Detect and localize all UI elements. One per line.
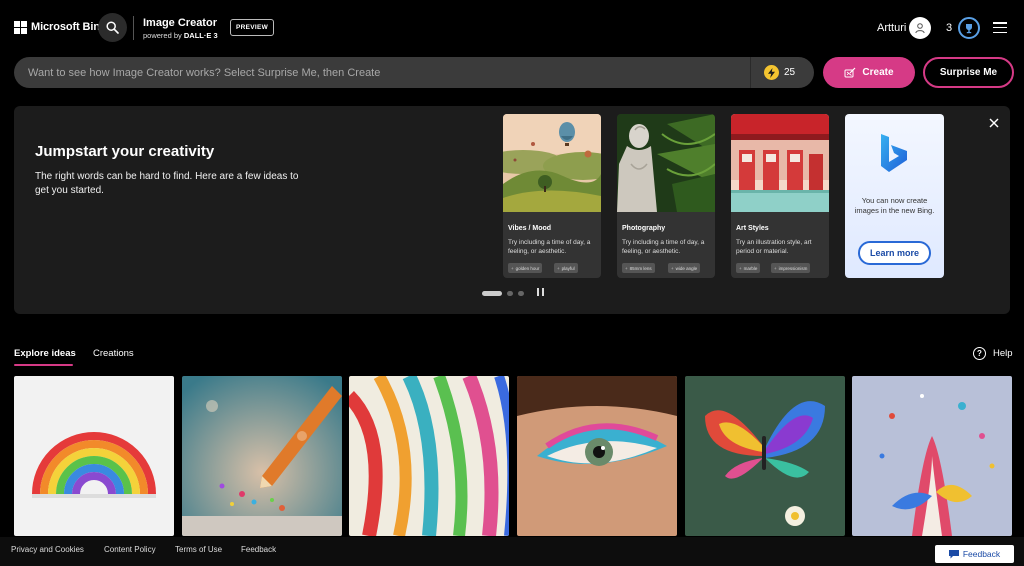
hamburger-menu-icon[interactable] [993,22,1007,33]
gallery-image-rainbow-butterfly[interactable] [685,376,845,536]
hot-air-balloon-landscape-image [503,114,601,212]
idea-tip: Try including a time of day, a feeling, … [508,239,591,255]
footer: Privacy and Cookies Content Policy Terms… [0,537,1024,566]
gallery-image-paint-splash[interactable] [852,376,1012,536]
footer-link-privacy[interactable]: Privacy and Cookies [11,545,84,554]
pause-icon[interactable] [537,288,544,296]
microsoft-logo-icon[interactable] [14,21,27,34]
carousel-dot[interactable] [482,290,502,296]
chip-marble[interactable]: marble [736,263,761,273]
jumpstart-title: Jumpstart your creativity [35,143,215,160]
feedback-icon [948,549,959,558]
create-wand-icon [844,67,856,78]
close-icon[interactable] [987,116,1001,130]
chip-85mm-lens[interactable]: 85mm lens [622,263,655,273]
idea-card-vibes[interactable]: Vibes / Mood Try including a time of day… [503,114,601,278]
user-name[interactable]: Artturi [877,22,906,34]
active-tab-indicator [14,364,73,366]
boost-count: 25 [784,67,796,78]
chip-playful[interactable]: playful [554,263,578,273]
gallery-image-pencil-sparkles[interactable] [182,376,342,536]
prompt-bar: 25 [14,57,814,88]
surprise-me-button[interactable]: Surprise Me [923,57,1014,88]
carousel-dot[interactable] [518,290,524,296]
create-label: Create [862,67,894,78]
bing-logo-icon [881,134,907,172]
footer-link-terms[interactable]: Terms of Use [175,545,222,554]
idea-tip: Try an illustration style, art period or… [736,239,812,255]
search-button[interactable] [98,13,127,42]
carousel-dot[interactable] [507,290,513,296]
new-bing-promo-card: You can now create images in the new Bin… [845,114,944,278]
user-icon [915,23,925,34]
brand-name[interactable]: Microsoft Bing [31,21,107,33]
idea-card-art-styles[interactable]: Art Styles Try an illustration style, ar… [731,114,829,278]
jumpstart-description: The right words can be hard to find. Her… [35,171,299,196]
chip-impressionism[interactable]: impressionism [771,263,811,273]
footer-link-feedback[interactable]: Feedback [241,545,276,554]
idea-category: Photography [622,225,666,232]
rewards-button[interactable] [958,17,980,39]
carousel-dots [482,290,524,296]
retro-gas-station-image [731,114,829,212]
feedback-button[interactable]: Feedback [935,545,1014,563]
tab-explore-ideas[interactable]: Explore ideas [14,348,76,359]
header-divider [133,16,134,40]
idea-tip: Try including a time of day, a feeling, … [622,239,705,255]
chip-wide-angle[interactable]: wide angle [668,263,701,273]
app-subtitle: powered by DALL·E 3 [143,31,218,40]
jumpstart-panel: Jumpstart your creativity The right word… [14,106,1010,314]
prompt-divider [750,57,751,88]
idea-category: Art Styles [736,225,769,232]
bing-promo-text: You can now create images in the new Bin… [854,196,935,215]
statue-with-plants-image [617,114,715,212]
learn-more-button[interactable]: Learn more [858,241,931,265]
header: Microsoft Bing Image Creator powered by … [0,0,1024,56]
tab-creations[interactable]: Creations [93,348,134,359]
feedback-label: Feedback [962,549,1001,559]
idea-category: Vibes / Mood [508,225,552,232]
boost-lightning-icon[interactable] [764,65,779,80]
gallery-image-colorful-ribbons[interactable] [349,376,509,536]
create-button[interactable]: Create [823,57,915,88]
avatar[interactable] [909,17,931,39]
rewards-count[interactable]: 3 [946,22,952,34]
app-title[interactable]: Image Creator [143,17,217,29]
gallery-image-paper-rainbow[interactable] [14,376,174,536]
help-icon[interactable]: ? [973,347,986,360]
footer-link-content-policy[interactable]: Content Policy [104,545,156,554]
prompt-input[interactable] [14,57,750,88]
idea-card-photography[interactable]: Photography Try including a time of day,… [617,114,715,278]
gallery-image-eye-makeup[interactable] [517,376,677,536]
help-link[interactable]: Help [993,348,1013,359]
rewards-trophy-icon [966,24,972,34]
preview-badge: PREVIEW [230,19,274,36]
search-icon [106,21,119,34]
chip-golden-hour[interactable]: golden hour [508,263,543,273]
